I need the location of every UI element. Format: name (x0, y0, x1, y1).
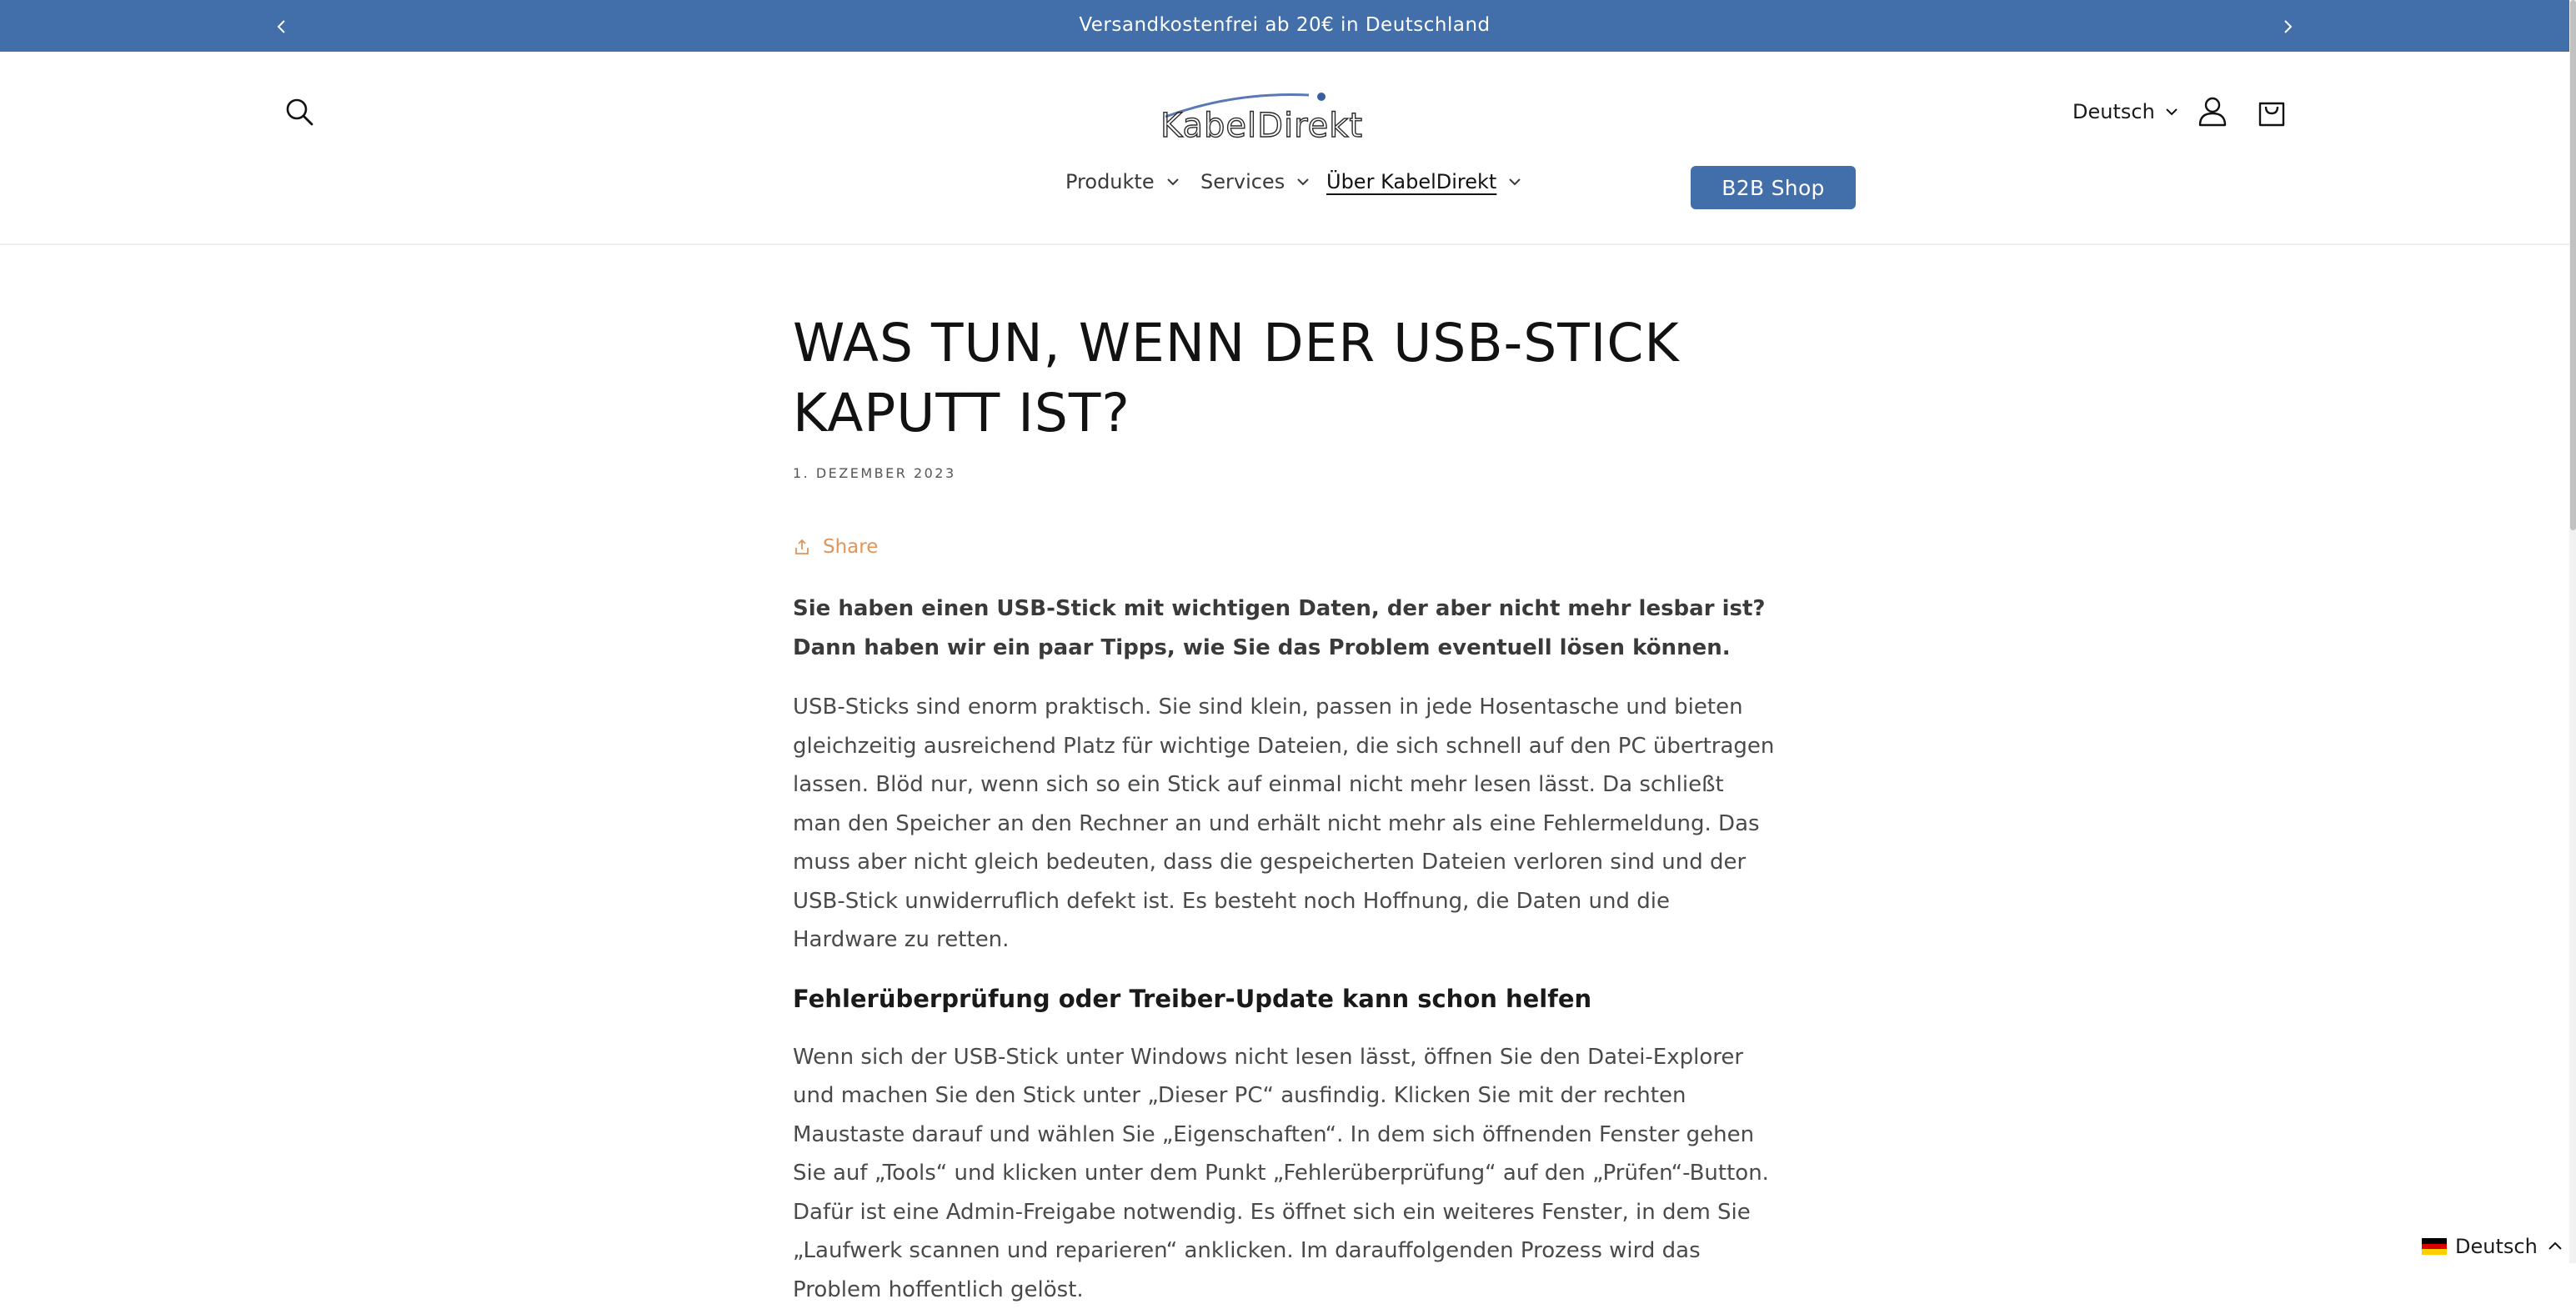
scrollbar-thumb[interactable] (2570, 0, 2576, 530)
chevron-down-icon (2163, 103, 2180, 120)
chevron-down-icon (1506, 173, 1523, 190)
announcement-bar: Versandkostenfrei ab 20€ in Deutschland (0, 0, 2569, 52)
cart-icon[interactable] (2253, 93, 2290, 130)
search-icon[interactable] (281, 93, 318, 130)
announcement-text: Versandkostenfrei ab 20€ in Deutschland (0, 14, 2569, 36)
nav-item-produkte[interactable]: Produkte (1065, 170, 1181, 193)
article-title-line: WAS TUN, WENN DER USB-STICK (793, 313, 1680, 374)
language-selector[interactable]: Deutsch (2072, 100, 2180, 123)
share-icon (793, 538, 811, 556)
chevron-down-icon (1165, 173, 1181, 190)
nav-item-label: Über KabelDirekt (1326, 170, 1496, 193)
article-date: 1. DEZEMBER 2023 (793, 465, 1777, 481)
article: WAS TUN, WENN DER USB-STICK KAPUTT IST? … (793, 308, 1777, 1309)
article-subheading: Fehlerüberprüfung oder Treiber-Update ka… (793, 980, 1777, 1018)
account-icon[interactable] (2194, 93, 2231, 130)
german-flag-icon (2422, 1238, 2447, 1255)
nav-item-ueber-kabeldirekt[interactable]: Über KabelDirekt (1326, 170, 1523, 193)
chevron-up-icon (2546, 1237, 2564, 1256)
share-label: Share (823, 536, 878, 558)
chevron-down-icon (1295, 173, 1311, 190)
site-header: KabelDirekt Deutsch Produkte Services Üb… (0, 52, 2569, 245)
article-title: WAS TUN, WENN DER USB-STICK KAPUTT IST? (793, 308, 1777, 449)
article-title-line: KAPUTT IST? (793, 383, 1130, 444)
b2b-shop-button[interactable]: B2B Shop (1691, 166, 1856, 209)
article-paragraph: Wenn sich der USB-Stick unter Windows ni… (793, 1038, 1777, 1309)
nav-item-label: Produkte (1065, 170, 1155, 193)
kabeldirekt-logo[interactable]: KabelDirekt (1159, 85, 1409, 143)
nav-item-services[interactable]: Services (1200, 170, 1311, 193)
language-switcher-label: Deutsch (2455, 1235, 2538, 1258)
article-paragraph: USB-Sticks sind enorm praktisch. Sie sin… (793, 688, 1777, 960)
next-announcement-arrow-icon[interactable] (2274, 13, 2301, 40)
language-selector-label: Deutsch (2072, 100, 2155, 123)
nav-item-label: Services (1200, 170, 1285, 193)
share-button[interactable]: Share (793, 536, 1777, 558)
article-lead: Sie haben einen USB-Stick mit wichtigen … (793, 589, 1777, 668)
language-switcher-widget[interactable]: Deutsch (2422, 1230, 2569, 1263)
svg-text:KabelDirekt: KabelDirekt (1160, 107, 1363, 143)
